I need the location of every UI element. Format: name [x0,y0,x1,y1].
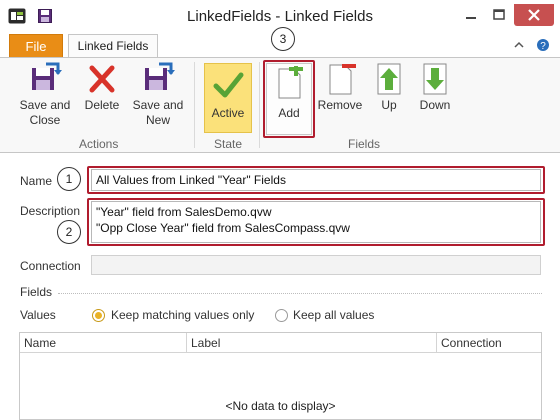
up-label: Up [381,98,397,112]
remove-icon [329,64,356,95]
active-toggle-button[interactable]: Active [204,63,252,133]
checkmark-icon [213,72,244,98]
description-highlight [87,198,545,246]
save-new-icon [145,62,175,90]
keep-matching-label[interactable]: Keep matching values only [111,308,254,322]
maximize-button[interactable] [486,4,512,26]
callout-3: 3 [271,27,295,51]
collapse-ribbon-icon[interactable] [512,38,526,52]
down-label: Down [419,98,451,112]
column-header-name[interactable]: Name [20,333,186,353]
connection-input[interactable] [91,255,541,275]
save-and-new-label: Save and New [132,98,184,127]
fields-group-label: Fields [348,137,381,151]
group-separator [194,62,195,148]
state-group-label: State [214,137,243,151]
move-down-button[interactable]: Down [416,62,454,113]
minimize-button[interactable] [458,4,484,26]
save-and-close-label: Save and Close [19,98,71,127]
delete-icon [89,65,115,93]
connection-label: Connection [20,259,81,273]
fields-section-label: Fields [20,285,53,299]
svg-text:?: ? [540,41,546,52]
remove-field-button[interactable]: Remove [316,62,364,113]
name-highlight [87,166,545,194]
add-highlight [263,60,315,138]
section-divider [58,293,542,294]
grid-header: Name Label Connection [20,333,541,353]
move-up-button[interactable]: Up [372,62,406,113]
active-label: Active [211,106,245,120]
fields-grid[interactable]: Name Label Connection <No data to displa… [19,332,542,420]
remove-label: Remove [317,98,363,112]
delete-label: Delete [84,98,120,112]
group-separator [259,62,260,148]
delete-button[interactable]: Delete [78,62,126,113]
name-label: Name [20,174,53,188]
save-and-close-button[interactable]: Save and Close [17,62,73,128]
save-close-icon [32,62,62,90]
callout-1: 1 [57,167,81,191]
keep-matching-radio[interactable] [92,309,105,322]
callout-2: 2 [57,220,81,244]
tab-linked-fields[interactable]: Linked Fields [68,34,158,58]
empty-grid-message: <No data to display> [225,399,336,413]
keep-all-radio[interactable] [275,309,288,322]
column-header-connection[interactable]: Connection [437,333,541,353]
ribbon: Save and Close Delete Save and New Actio… [0,57,560,153]
values-label: Values [20,308,56,322]
actions-group-label: Actions [79,137,119,151]
arrow-down-icon [423,63,447,95]
column-header-label[interactable]: Label [187,333,436,353]
description-label: Description [20,204,81,218]
keep-all-label[interactable]: Keep all values [293,308,374,322]
help-icon[interactable]: ? [536,38,550,52]
save-and-new-button[interactable]: Save and New [130,62,186,128]
close-button[interactable] [514,4,554,26]
arrow-up-icon [377,63,401,95]
tab-file[interactable]: File [9,34,63,57]
